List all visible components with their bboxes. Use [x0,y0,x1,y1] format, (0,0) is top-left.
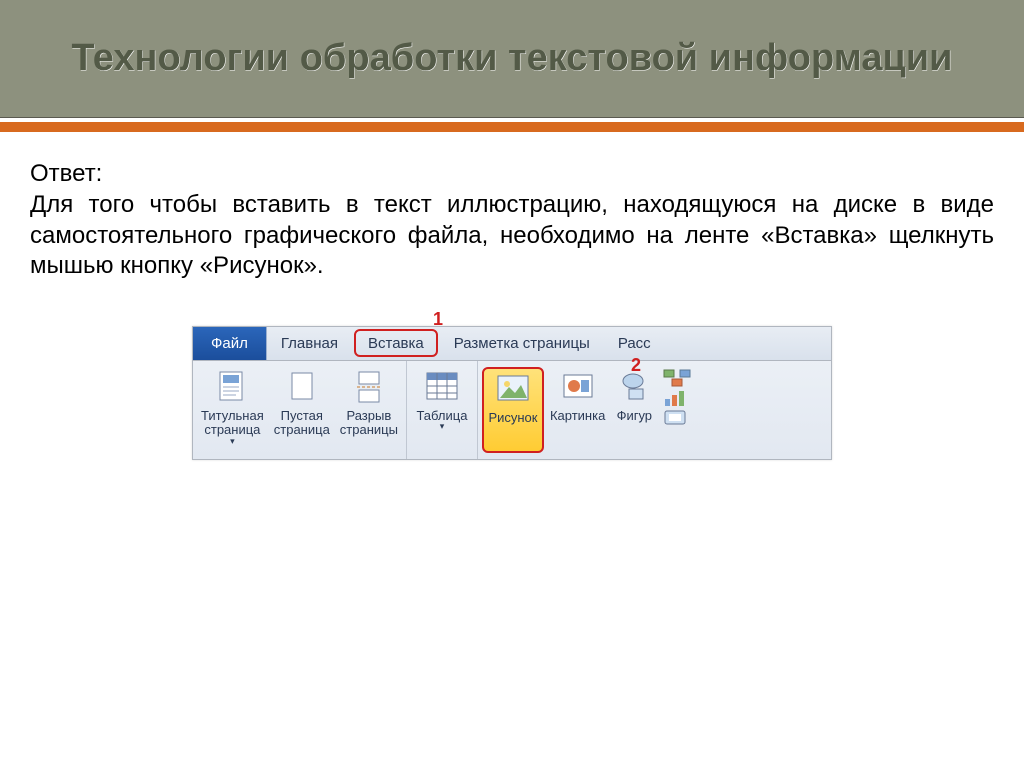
blank-page-label: Пустаястраница [274,409,330,438]
tab-file[interactable]: Файл [193,327,267,360]
ribbon-groups: Титульнаястраница ▾ Пустаястраница Разры… [193,361,831,459]
slide-title: Технологии обработки текстовой информаци… [71,37,952,81]
cover-page-label: Титульнаястраница [201,409,264,438]
dropdown-icon: ▾ [440,421,445,432]
tab-insert[interactable]: Вставка [354,329,438,357]
word-ribbon: 1 2 Файл Главная Вставка Разметка страни… [192,326,832,460]
small-buttons-stack [659,367,695,455]
tab-home[interactable]: Главная [267,327,352,360]
smartart-icon[interactable] [663,369,691,387]
page-break-label: Разрывстраницы [340,409,398,438]
blank-page-button[interactable]: Пустаястраница [270,367,334,453]
answer-text: Для того чтобы вставить в текст иллюстра… [30,190,994,282]
picture-button[interactable]: Рисунок [482,367,544,453]
group-tables: Таблица ▾ [407,361,478,459]
accent-bar [0,122,1024,132]
clipart-icon [560,369,596,405]
blank-page-icon [284,369,320,405]
annotation-1: 1 [433,309,443,330]
group-illustrations: Рисунок Картинка Фигур [478,361,699,459]
answer-label: Ответ: [30,160,994,188]
table-button[interactable]: Таблица ▾ [411,367,473,453]
cover-page-button[interactable]: Титульнаястраница ▾ [197,367,268,453]
screenshot-icon[interactable] [663,409,691,427]
ribbon-tabs: 1 2 Файл Главная Вставка Разметка страни… [193,327,831,361]
page-break-icon [351,369,387,405]
slide-header: Технологии обработки текстовой информаци… [0,0,1024,118]
answer-block: Ответ: Для того чтобы вставить в текст и… [0,132,1024,282]
annotation-2: 2 [631,355,641,376]
group-pages: Титульнаястраница ▾ Пустаястраница Разры… [193,361,407,459]
page-break-button[interactable]: Разрывстраницы [336,367,402,453]
shapes-button[interactable]: Фигур [611,367,657,453]
chart-icon[interactable] [663,389,691,407]
clipart-button[interactable]: Картинка [546,367,609,453]
shapes-label: Фигур [617,409,652,423]
cover-page-icon [214,369,250,405]
tab-page-layout[interactable]: Разметка страницы [440,327,604,360]
picture-icon [495,371,531,407]
picture-label: Рисунок [488,411,537,425]
clipart-label: Картинка [550,409,605,423]
table-icon [424,369,460,405]
dropdown-icon: ▾ [230,436,235,447]
